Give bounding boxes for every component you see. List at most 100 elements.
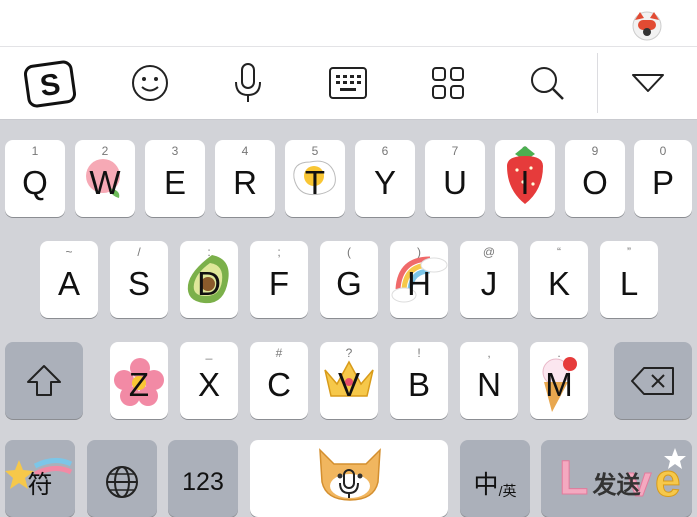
key-hint: “: [557, 245, 561, 259]
key-y[interactable]: 6 Y: [355, 140, 415, 217]
key-m[interactable]: . M: [530, 342, 588, 419]
backspace-key[interactable]: [614, 342, 692, 419]
key-hint: !: [417, 346, 421, 360]
key-z[interactable]: Z: [110, 342, 168, 419]
key-b[interactable]: ! B: [390, 342, 448, 419]
key-g[interactable]: ( G: [320, 241, 378, 318]
key-letter: H: [407, 264, 431, 302]
key-letter: W: [89, 163, 121, 201]
key-a[interactable]: ~ A: [40, 241, 98, 318]
globe-icon: [106, 465, 138, 498]
key-letter: L: [619, 264, 639, 302]
input-method-toolbar: S: [0, 47, 697, 120]
emoji-icon[interactable]: [110, 47, 190, 119]
microphone-icon[interactable]: [208, 47, 288, 119]
key-r[interactable]: 4 R: [215, 140, 275, 217]
key-letter: N: [477, 365, 501, 403]
language-toggle-key[interactable]: 中 /英: [460, 440, 530, 517]
key-hint: 1: [31, 144, 39, 158]
key-letter: T: [304, 163, 326, 201]
microphone-icon: [339, 468, 359, 498]
svg-text:L: L: [559, 452, 588, 502]
key-hint: 7: [451, 144, 459, 158]
key-hint: 4: [241, 144, 249, 158]
key-hint: _: [205, 346, 213, 360]
numbers-label: 123: [182, 468, 224, 496]
key-letter: M: [545, 365, 573, 403]
key-letter: Y: [373, 163, 396, 201]
key-k[interactable]: “ K: [530, 241, 588, 318]
send-label: 发送: [592, 472, 641, 499]
keyboard-icon[interactable]: [308, 47, 388, 119]
key-h[interactable]: ) H: [390, 241, 448, 318]
key-x[interactable]: _ X: [180, 342, 238, 419]
key-hint: /: [137, 245, 141, 259]
key-o[interactable]: 9 O: [565, 140, 625, 217]
apps-grid-icon[interactable]: [408, 47, 488, 119]
key-letter: O: [582, 163, 608, 201]
key-hint: #: [275, 346, 283, 360]
shift-arrow-icon: [27, 364, 61, 396]
key-letter: E: [163, 163, 186, 201]
key-hint: ,: [487, 346, 491, 360]
key-v[interactable]: ? V: [320, 342, 378, 419]
key-hint: 0: [659, 144, 667, 158]
globe-key[interactable]: [87, 440, 157, 517]
key-letter: F: [268, 264, 290, 302]
backspace-icon: [631, 366, 674, 395]
key-hint: 3: [171, 144, 179, 158]
key-s[interactable]: / S: [110, 241, 168, 318]
key-letter: I: [520, 163, 530, 201]
key-f[interactable]: ; F: [250, 241, 308, 318]
key-letter: X: [197, 365, 220, 403]
key-letter: R: [233, 163, 257, 201]
key-hint: ”: [627, 245, 631, 259]
key-j[interactable]: @ J: [460, 241, 518, 318]
key-hint: 6: [381, 144, 389, 158]
numbers-key[interactable]: 123: [168, 440, 238, 517]
key-e[interactable]: 3 E: [145, 140, 205, 217]
send-key[interactable]: L v e 发送: [541, 440, 692, 517]
key-n[interactable]: , N: [460, 342, 518, 419]
key-i[interactable]: 8 I: [495, 140, 555, 217]
key-letter: S: [127, 264, 150, 302]
key-letter: A: [57, 264, 80, 302]
key-l[interactable]: ” L: [600, 241, 658, 318]
key-t[interactable]: 5 T: [285, 140, 345, 217]
keyboard: 1 Q 2 W 3 E 4 R 5 T 6 Y 7 U 8: [0, 120, 697, 517]
search-icon[interactable]: [507, 47, 587, 119]
language-main-label: 中: [473, 470, 499, 499]
key-letter: Q: [22, 163, 48, 201]
key-hint: 9: [591, 144, 599, 158]
key-letter: P: [651, 163, 674, 201]
symbols-key[interactable]: 符: [5, 440, 75, 517]
mascot-icon[interactable]: [628, 8, 666, 42]
shift-key[interactable]: [5, 342, 83, 419]
key-u[interactable]: 7 U: [425, 140, 485, 217]
symbols-label: 符: [27, 470, 53, 499]
top-bar: [0, 0, 697, 47]
key-letter: U: [443, 163, 467, 201]
key-d[interactable]: : D: [180, 241, 238, 318]
key-letter: G: [336, 264, 362, 302]
key-letter: V: [337, 365, 360, 403]
collapse-triangle-icon[interactable]: [608, 47, 688, 119]
key-letter: J: [480, 264, 498, 302]
key-letter: B: [407, 365, 430, 403]
toolbar-divider: [597, 53, 598, 113]
key-hint: (: [347, 245, 351, 259]
key-letter: C: [267, 365, 291, 403]
sogou-logo-icon[interactable]: S: [10, 47, 90, 119]
key-c[interactable]: # C: [250, 342, 308, 419]
key-hint: ~: [65, 245, 73, 259]
key-p[interactable]: 0 P: [634, 140, 692, 217]
language-sub-label: /英: [498, 482, 517, 499]
key-hint: @: [482, 245, 496, 259]
key-letter: D: [197, 264, 221, 302]
key-letter: Z: [128, 365, 150, 403]
key-hint: ;: [277, 245, 281, 259]
key-letter: K: [547, 264, 570, 302]
key-q[interactable]: 1 Q: [5, 140, 65, 217]
space-voice-key[interactable]: [250, 440, 448, 517]
key-w[interactable]: 2 W: [75, 140, 135, 217]
